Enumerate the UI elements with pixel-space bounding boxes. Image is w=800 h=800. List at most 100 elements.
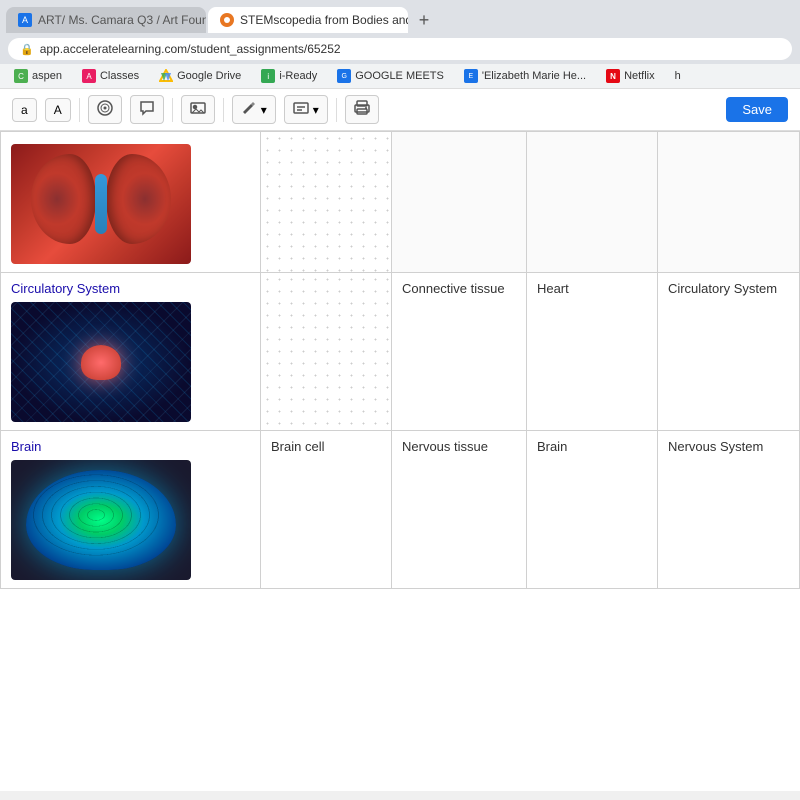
toolbar: a A (0, 89, 800, 131)
font-large-label: A (54, 103, 62, 117)
kidney-col2 (261, 132, 392, 273)
edit-dropdown-icon: ▾ (313, 103, 319, 117)
kidney-col3 (392, 132, 527, 273)
bookmark-aspen-label: aspen (32, 70, 62, 82)
font-small-button[interactable]: a (12, 98, 37, 122)
brain-col3: Nervous tissue (392, 431, 527, 589)
toolbar-separator-1 (79, 98, 80, 122)
audio-button[interactable] (88, 95, 122, 124)
brain-col5: Nervous System (657, 431, 799, 589)
brain-col4: Brain (526, 431, 657, 589)
tab-stem[interactable]: STEMscopedia from Bodies and ... ✕ (208, 7, 408, 33)
circulatory-col2 (261, 273, 392, 431)
audio-icon (97, 100, 113, 119)
edit-icon (293, 100, 309, 119)
bookmark-h-label: h (675, 70, 681, 82)
bookmark-gdrive-icon (159, 69, 173, 83)
toolbar-separator-4 (336, 98, 337, 122)
circulatory-image (11, 302, 191, 422)
kidney-col5 (657, 132, 799, 273)
circulatory-visual (11, 302, 191, 422)
nervous-system-text: Nervous System (668, 439, 763, 454)
nervous-tissue-text: Nervous tissue (402, 439, 488, 454)
brain-image (11, 460, 191, 580)
kidney-visual (11, 144, 191, 264)
bookmark-elizabeth-label: 'Elizabeth Marie He... (482, 70, 586, 82)
kidney-tube (95, 174, 107, 234)
bookmark-classes[interactable]: A Classes (76, 67, 145, 85)
bookmark-classes-icon: A (82, 69, 96, 83)
brain-visual (11, 460, 191, 580)
table-row: Brain Brain cell Nervous tissue (1, 431, 800, 589)
circulatory-col5: Circulatory System (657, 273, 799, 431)
bookmark-iready[interactable]: i i-Ready (255, 67, 323, 85)
tab-stem-label: STEMscopedia from Bodies and ... (240, 13, 408, 27)
assignment-table: Circulatory System Connective tissue Hea… (0, 131, 800, 589)
brain-cell-text: Brain cell (271, 439, 324, 454)
bookmark-gmeets-icon: G (337, 69, 351, 83)
brain-label: Brain (11, 439, 250, 454)
lock-icon: 🔒 (20, 43, 34, 56)
heart-center (81, 345, 121, 380)
kidney-left (31, 154, 96, 244)
pen-button[interactable]: ▾ (232, 95, 276, 124)
bookmark-netflix-label: Netflix (624, 70, 655, 82)
address-text: app.acceleratelearning.com/student_assig… (40, 42, 341, 56)
bookmarks-bar: C aspen A Classes Google Drive i i-Ready… (0, 64, 800, 89)
kidney-right (106, 154, 171, 244)
bookmark-iready-label: i-Ready (279, 70, 317, 82)
image-icon (190, 100, 206, 119)
table-row: Circulatory System Connective tissue Hea… (1, 273, 800, 431)
bookmark-netflix-icon: N (606, 69, 620, 83)
kidney-image (11, 144, 191, 264)
bookmark-elizabeth-icon: E (464, 69, 478, 83)
bookmark-elizabeth[interactable]: E 'Elizabeth Marie He... (458, 67, 592, 85)
circulatory-image-cell: Circulatory System (1, 273, 261, 431)
bookmark-h[interactable]: h (669, 68, 687, 84)
bookmark-gdrive-label: Google Drive (177, 70, 241, 82)
font-large-button[interactable]: A (45, 98, 71, 122)
address-bar-row: 🔒 app.acceleratelearning.com/student_ass… (0, 34, 800, 64)
connective-tissue-text: Connective tissue (402, 281, 505, 296)
edit-button[interactable]: ▾ (284, 95, 328, 124)
bookmark-iready-icon: i (261, 69, 275, 83)
comment-icon (139, 100, 155, 119)
tab-art-label: ART/ Ms. Camara Q3 / Art Foun... (38, 13, 206, 27)
bookmark-aspen[interactable]: C aspen (8, 67, 68, 85)
tab-bar: A ART/ Ms. Camara Q3 / Art Foun... ✕ STE… (0, 0, 800, 34)
kidney-col4 (526, 132, 657, 273)
brain-image-cell: Brain (1, 431, 261, 589)
bookmark-gdrive[interactable]: Google Drive (153, 67, 247, 85)
print-icon (354, 100, 370, 119)
pen-icon (241, 100, 257, 119)
brain-shape (26, 470, 176, 570)
font-small-label: a (21, 103, 28, 117)
brain-folds (26, 470, 166, 560)
browser-chrome: A ART/ Ms. Camara Q3 / Art Foun... ✕ STE… (0, 0, 800, 89)
circulatory-col3: Connective tissue (392, 273, 527, 431)
save-button[interactable]: Save (726, 97, 788, 122)
toolbar-separator-2 (172, 98, 173, 122)
circulatory-system-text: Circulatory System (668, 281, 777, 296)
toolbar-separator-3 (223, 98, 224, 122)
bookmark-netflix[interactable]: N Netflix (600, 67, 661, 85)
circulatory-col4: Heart (526, 273, 657, 431)
print-button[interactable] (345, 95, 379, 124)
bookmark-gmeets[interactable]: G GOOGLE MEETS (331, 67, 450, 85)
bookmark-gmeets-label: GOOGLE MEETS (355, 70, 444, 82)
image-button[interactable] (181, 95, 215, 124)
brain-text: Brain (537, 439, 567, 454)
tab-art[interactable]: A ART/ Ms. Camara Q3 / Art Foun... ✕ (6, 7, 206, 33)
kidney-image-cell (1, 132, 261, 273)
tab-stem-icon (220, 13, 234, 27)
table-row (1, 132, 800, 273)
heart-text: Heart (537, 281, 569, 296)
brain-col2: Brain cell (261, 431, 392, 589)
new-tab-button[interactable]: + (410, 6, 438, 34)
address-bar[interactable]: 🔒 app.acceleratelearning.com/student_ass… (8, 38, 792, 60)
pen-dropdown-icon: ▾ (261, 103, 267, 117)
comment-button[interactable] (130, 95, 164, 124)
circulatory-label: Circulatory System (11, 281, 250, 296)
bookmark-classes-label: Classes (100, 70, 139, 82)
tab-art-icon: A (18, 13, 32, 27)
